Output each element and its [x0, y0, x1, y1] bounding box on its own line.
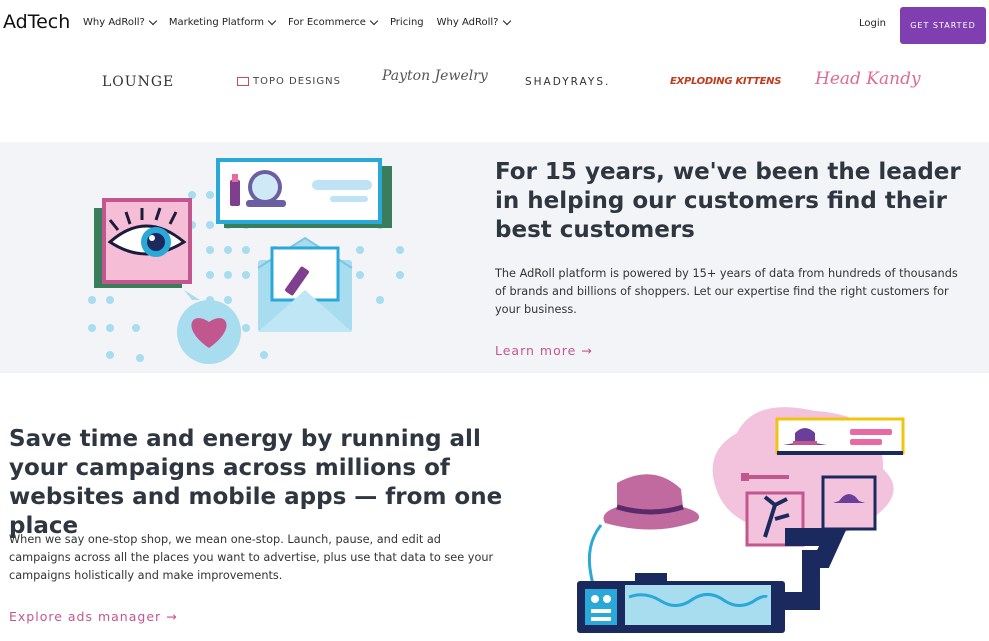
marketing-illustration: [88, 158, 404, 364]
menu-for-ecommerce[interactable]: For Ecommerce: [288, 16, 379, 28]
logo-topo-text: TOPO DESIGNS: [253, 76, 341, 87]
section2-body: When we say one-stop shop, we mean one-s…: [9, 533, 494, 582]
logo-payton-jewelry: Payton Jewelry: [382, 68, 488, 84]
logo-head-kandy: Head Kandy: [815, 69, 921, 89]
ads-manager-illustration: [577, 407, 905, 633]
learn-more-link[interactable]: Learn more →: [495, 343, 593, 358]
chevron-down-icon: [502, 16, 511, 26]
top-navigation: AdTech Why AdRoll? Marketing Platform Fo…: [0, 0, 989, 52]
menu-label: Why AdRoll?: [83, 17, 145, 28]
chevron-down-icon: [369, 16, 379, 26]
chevron-down-icon: [148, 16, 158, 26]
logo-lounge: LOUNGE: [102, 74, 175, 90]
get-started-button[interactable]: GET STARTED: [900, 7, 986, 44]
menu-label: Why AdRoll?: [436, 17, 499, 28]
chevron-down-icon: [267, 16, 277, 26]
section1-heading: For 15 years, we've been the leader in h…: [495, 159, 961, 243]
login-link[interactable]: Login: [859, 18, 886, 29]
menu-label: For Ecommerce: [288, 17, 366, 28]
menu-label: Marketing Platform: [168, 17, 265, 28]
logo-exploding-kittens: EXPLODING KITTENS: [670, 76, 782, 87]
menu-label: Pricing: [389, 17, 424, 28]
customer-logos: LOUNGE TOPO DESIGNS Payton Jewelry SHADY…: [0, 60, 989, 105]
main-menu: Why AdRoll? Marketing Platform For Ecomm…: [83, 16, 511, 28]
menu-why-adroll[interactable]: Why AdRoll?: [83, 16, 158, 28]
section2-heading: Save time and energy by running all your…: [9, 426, 503, 539]
menu-why-adroll-2[interactable]: Why AdRoll?: [436, 16, 511, 28]
menu-marketing-platform[interactable]: Marketing Platform: [168, 16, 277, 28]
site-logo[interactable]: AdTech: [3, 11, 70, 33]
logo-topo-designs: TOPO DESIGNS: [237, 76, 341, 87]
section-leader: For 15 years, we've been the leader in h…: [0, 142, 989, 373]
topo-mark-icon: [237, 77, 249, 86]
section1-body: The AdRoll platform is powered by 15+ ye…: [495, 267, 958, 316]
explore-ads-manager-link[interactable]: Explore ads manager →: [9, 609, 178, 624]
menu-pricing[interactable]: Pricing: [390, 17, 424, 28]
logo-shady-rays: SHADYRAYS.: [525, 76, 611, 88]
